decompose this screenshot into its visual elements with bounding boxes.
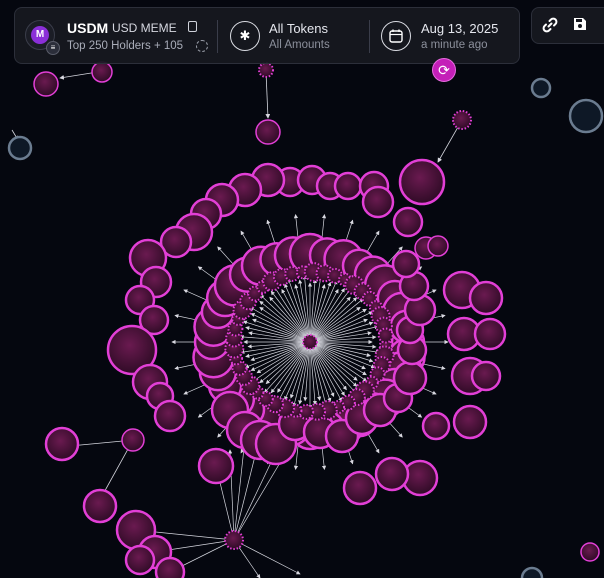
transfer-link [259,294,311,343]
holder-bubble[interactable] [468,280,504,316]
transfer-link [309,297,358,343]
holder-bubble[interactable] [121,428,145,452]
token-name: USD MEME [112,21,177,35]
holder-bubble[interactable] [361,185,395,219]
transfer-link [233,451,258,541]
holder-bubble[interactable] [470,360,502,392]
copy-icon[interactable] [188,21,197,32]
amount-filter-subtitle[interactable]: All Amounts [269,39,330,51]
holder-bubble[interactable] [333,171,363,201]
holder-bubble[interactable] [530,77,552,99]
loading-spinner-icon [196,40,208,52]
transfer-link [233,451,277,541]
transfer-link [287,278,311,343]
holder-bubble[interactable] [197,447,235,485]
snapshot-date[interactable]: Aug 13, 2025 [421,21,498,36]
holder-bubble[interactable] [427,235,449,257]
holder-bubble[interactable] [392,360,428,396]
holder-bubble[interactable] [568,98,604,134]
holder-bubble[interactable] [342,470,378,506]
holder-bubble[interactable] [91,61,113,83]
transfer-link [183,289,210,302]
holder-bubble[interactable] [392,206,424,238]
calendar-icon[interactable] [381,21,411,51]
holder-bubble[interactable] [374,456,410,492]
holder-bubble[interactable] [377,327,394,344]
transfer-link [250,341,311,362]
transfer-link [265,71,271,119]
divider [217,20,218,53]
refresh-icon[interactable]: ⟳ [432,58,456,82]
menu-icon[interactable]: ≡ [46,41,60,55]
transfer-link [309,341,332,403]
link-icon[interactable] [540,16,560,36]
holder-bubble[interactable] [224,530,244,550]
holder-bubble[interactable] [473,317,507,351]
holder-bubble[interactable] [520,566,544,578]
holder-bubble[interactable] [391,249,421,279]
holder-bubble[interactable] [452,404,488,440]
snapshot-relative-time: a minute ago [421,39,488,51]
holder-bubble[interactable] [258,62,274,78]
holder-bubble[interactable] [82,488,118,524]
holder-bubble[interactable] [7,135,33,161]
holder-bubble[interactable] [44,426,80,462]
divider [369,20,370,53]
transfer-link [233,539,301,575]
asterisk-icon[interactable]: ✱ [230,21,260,51]
holder-bubble[interactable] [452,110,472,130]
holder-bubble[interactable] [33,71,59,97]
token-logo: M [31,26,49,44]
holder-bubble[interactable] [255,119,281,145]
token-info-bar: M ≡ USDM USD MEME Top 250 Holders + 105 … [14,7,520,64]
holders-count: Top 250 Holders + 105 [67,40,184,52]
transfer-link [309,341,358,387]
transfer-link [289,341,311,399]
token-filter-title[interactable]: All Tokens [269,21,328,36]
transfer-link [309,281,332,343]
holder-bubble[interactable] [302,334,318,350]
holder-bubble[interactable] [398,158,446,206]
holder-bubble[interactable] [154,556,186,578]
token-symbol: USDM [67,20,109,36]
transfer-link [309,321,374,343]
holder-bubble[interactable] [153,399,187,433]
token-avatar[interactable]: M ≡ [25,20,60,55]
holder-bubble[interactable] [580,542,600,562]
save-icon[interactable] [570,16,590,36]
bubble-map[interactable] [0,0,604,578]
transfer-link [242,320,311,343]
holder-bubble[interactable] [124,544,156,576]
transfer-link [265,341,311,385]
holder-bubble[interactable] [421,411,451,441]
tools-bar [531,7,604,44]
nodes [7,61,604,578]
transfer-link [309,341,374,363]
